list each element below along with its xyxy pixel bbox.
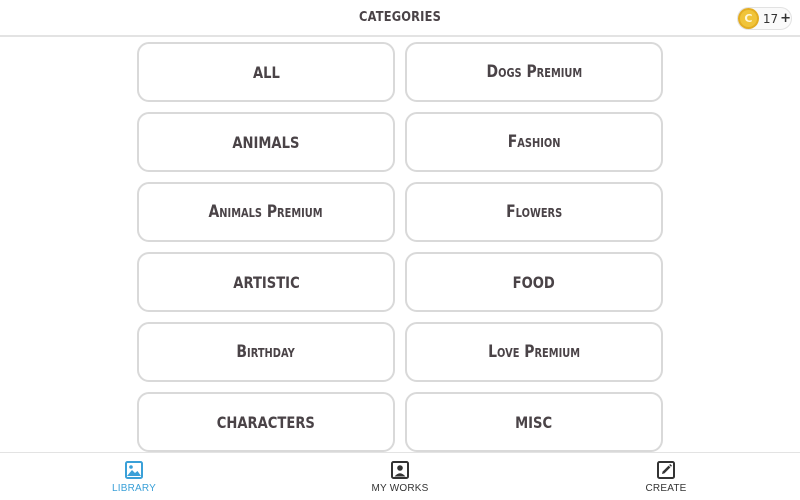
- category-button-animals-premium[interactable]: Animals Premium: [137, 182, 395, 242]
- tab-library[interactable]: LIBRARY: [74, 453, 194, 500]
- category-button-characters[interactable]: CHARACTERS: [137, 392, 395, 452]
- coin-balance-button[interactable]: C 17 +: [737, 7, 792, 30]
- category-grid: ALL Dogs Premium ANIMALS Fashion Animals…: [137, 42, 663, 452]
- tab-label: CREATE: [645, 482, 687, 494]
- category-button-love-premium[interactable]: Love Premium: [405, 322, 663, 382]
- category-label: ANIMALS: [232, 132, 300, 152]
- tab-label: LIBRARY: [111, 482, 156, 494]
- category-button-artistic[interactable]: ARTISTIC: [137, 252, 395, 312]
- category-button-fashion[interactable]: Fashion: [405, 112, 663, 172]
- category-label: Fashion: [507, 132, 561, 152]
- category-button-misc[interactable]: MISC: [405, 392, 663, 452]
- bottom-tab-bar: LIBRARY MY WORKS CREATE: [0, 452, 800, 500]
- top-bar: CATEGORIES C 17 +: [0, 0, 800, 37]
- page-title: CATEGORIES: [359, 10, 441, 25]
- category-button-all[interactable]: ALL: [137, 42, 395, 102]
- category-label: ARTISTIC: [232, 272, 300, 292]
- portrait-icon: [391, 460, 409, 479]
- category-label: Flowers: [505, 202, 563, 222]
- image-icon: [125, 460, 143, 479]
- category-button-animals[interactable]: ANIMALS: [137, 112, 395, 172]
- add-coins-icon[interactable]: +: [780, 11, 791, 26]
- category-label: Birthday: [236, 342, 296, 362]
- category-label: ALL: [252, 62, 280, 82]
- pencil-icon: [657, 460, 675, 479]
- coin-icon: C: [738, 8, 759, 29]
- category-label: Animals Premium: [208, 202, 324, 222]
- category-label: Dogs Premium: [486, 62, 582, 82]
- category-button-dogs-premium[interactable]: Dogs Premium: [405, 42, 663, 102]
- category-button-food[interactable]: FOOD: [405, 252, 663, 312]
- category-label: CHARACTERS: [216, 412, 316, 432]
- coin-count: 17: [762, 11, 779, 26]
- category-label: Love Premium: [488, 342, 580, 362]
- category-label: FOOD: [512, 272, 556, 292]
- category-button-birthday[interactable]: Birthday: [137, 322, 395, 382]
- tab-create[interactable]: CREATE: [606, 453, 726, 500]
- category-label: MISC: [515, 412, 553, 432]
- tab-my-works[interactable]: MY WORKS: [340, 453, 460, 500]
- tab-label: MY WORKS: [371, 482, 429, 494]
- category-button-flowers[interactable]: Flowers: [405, 182, 663, 242]
